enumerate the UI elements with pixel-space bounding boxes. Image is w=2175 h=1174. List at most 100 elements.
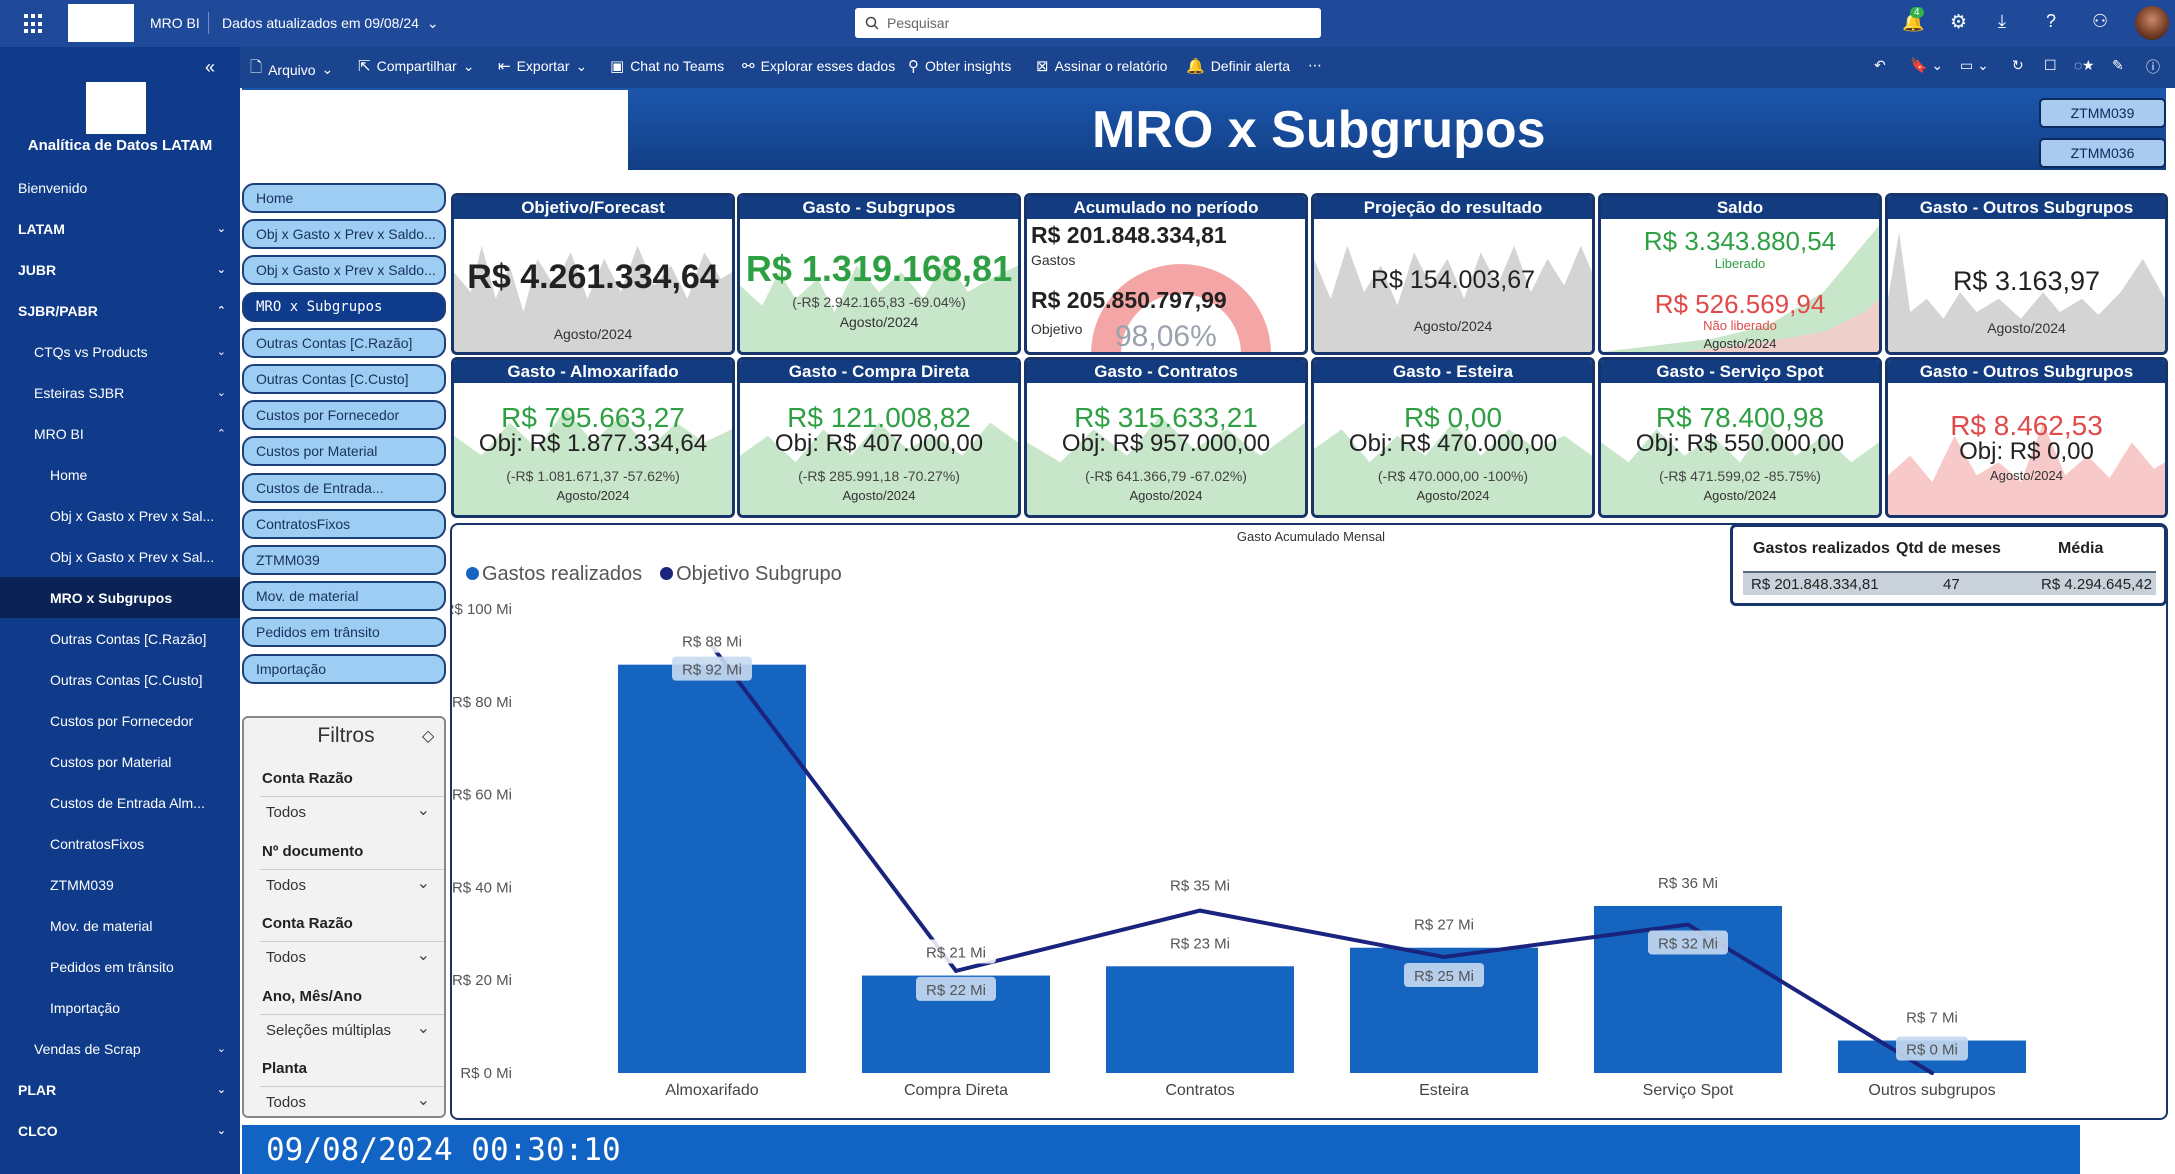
nav-item-label: Pedidos em trânsito [50, 958, 174, 975]
nav-item[interactable]: Home [0, 454, 240, 495]
ztmm036-button[interactable]: ZTMM036 [2039, 138, 2166, 168]
nav-item[interactable]: CTQs vs Products ⌄ [0, 331, 240, 372]
filter-dropdown[interactable]: Todos ⌄ [252, 868, 444, 899]
objetivo-point[interactable] [1198, 908, 1202, 913]
notifications-icon[interactable]: 🔔 4 [1902, 7, 1924, 33]
nav-item[interactable]: Custos por Fornecedor [0, 700, 240, 741]
nav-item[interactable]: JUBR ⌄ [0, 249, 240, 290]
settings-icon[interactable]: ⚙ [1950, 11, 1967, 34]
info-icon[interactable]: ⓘ [2146, 57, 2160, 77]
nav-item[interactable]: LATAM ⌄ [0, 208, 240, 249]
kpi-period: Agosto/2024 [1703, 336, 1777, 351]
file-icon: 🗋 [250, 59, 263, 76]
nav-item[interactable]: Obj x Gasto x Prev x Sal... [0, 495, 240, 536]
page-button[interactable]: Custos de Entrada... [242, 472, 446, 503]
x-tick-label: Almoxarifado [665, 1082, 758, 1099]
comment-icon[interactable]: ☐ [2044, 57, 2057, 74]
ztmm039-button[interactable]: ZTMM039 [2039, 98, 2166, 128]
data-updated-label[interactable]: Dados atualizados em 09/08/24 ⌄ [222, 15, 439, 32]
summary-row: R$ 201.848.334,81 47 R$ 4.294.645,42 [1743, 571, 2156, 595]
page-button[interactable]: Outras Contas [C.Razão] [242, 327, 446, 358]
share-icon: ⇱ [358, 58, 371, 75]
page-button[interactable]: Outras Contas [C.Custo] [242, 364, 446, 394]
search-box[interactable]: Pesquisar [855, 8, 1321, 38]
view-icon[interactable]: ▭ ⌄ [1960, 57, 1989, 74]
filter-dropdown[interactable]: Todos ⌄ [252, 796, 444, 826]
page-button[interactable]: Custos por Fornecedor [242, 400, 446, 431]
nav-item[interactable]: Bienvenido [0, 167, 240, 208]
more-options-icon[interactable]: ⋯ [1308, 57, 1322, 74]
nav-item[interactable]: Outras Contas [C.Razão] [0, 618, 240, 659]
export-menu[interactable]: ⇤ Exportar ⌄ [498, 57, 587, 76]
nav-item[interactable]: MRO BI ⌃ [0, 413, 240, 454]
explore-data-button[interactable]: ⚯ Explorar esses dados [742, 57, 895, 75]
kpi-delta: (-R$ 1.081.671,37 -57.62%) [506, 468, 680, 484]
page-button[interactable]: ContratosFixos [242, 508, 446, 539]
objetivo-point[interactable] [1442, 955, 1446, 959]
nav-item[interactable]: Importação [0, 987, 240, 1028]
page-button[interactable]: Mov. de material [242, 581, 446, 612]
bar-contratos[interactable] [1106, 966, 1294, 1073]
kpi-title: Gasto - Subgrupos [740, 196, 1018, 219]
page-button[interactable]: ZTMM039 [242, 545, 446, 575]
filter-label: Conta Razão [262, 915, 353, 932]
nav-item[interactable]: MRO x Subgrupos [0, 577, 240, 618]
refresh-icon[interactable]: ↻ [2012, 57, 2024, 74]
nav-item[interactable]: Vendas de Scrap ⌄ [0, 1028, 240, 1069]
kpi-delta: (-R$ 470.000,00 -100%) [1377, 468, 1529, 484]
nav-item[interactable]: Mov. de material [0, 905, 240, 946]
kpi-value: R$ 4.261.334,64 [467, 258, 719, 296]
edit-icon[interactable]: ✎ [2112, 57, 2124, 74]
app-name[interactable]: MRO BI [150, 15, 200, 31]
help-icon[interactable]: ? [2046, 11, 2056, 32]
reset-icon[interactable]: ↶ [1874, 57, 1886, 74]
kpi-delta: (-R$ 641.366,79 -67.02%) [1085, 468, 1247, 484]
favorite-icon[interactable]: ★ [2082, 57, 2095, 74]
nav-item[interactable]: ZTMM039 [0, 864, 240, 905]
filter-label: Planta [262, 1060, 308, 1077]
objetivo-point[interactable] [1686, 922, 1690, 927]
page-button[interactable]: Custos por Material [242, 436, 446, 467]
nav-item[interactable]: SJBR/PABR ⌃ [0, 290, 240, 331]
page-button[interactable]: Home [242, 183, 446, 213]
app-launcher-icon[interactable] [24, 14, 44, 34]
objetivo-point[interactable] [1930, 1071, 1934, 1075]
subscribe-button[interactable]: ⊠ Assinar o relatório [1036, 57, 1167, 75]
nav-item[interactable]: Outras Contas [C.Custo] [0, 659, 240, 700]
download-icon[interactable]: ⤓ [1998, 11, 2006, 32]
bar-almoxarifado[interactable] [618, 664, 806, 1073]
user-avatar[interactable] [2135, 6, 2169, 40]
org-logo [86, 82, 146, 134]
nav-item-label: Custos de Entrada Alm... [50, 794, 205, 811]
page-button[interactable]: Obj x Gasto x Prev x Saldo... [242, 255, 446, 286]
set-alert-button[interactable]: 🔔 Definir alerta [1186, 57, 1290, 75]
share-menu[interactable]: ⇱ Compartilhar ⌄ [358, 57, 474, 76]
notification-count-badge: 4 [1910, 7, 1924, 18]
page-button[interactable]: Importação [242, 653, 446, 684]
objetivo-point[interactable] [954, 968, 958, 973]
page-button[interactable]: Obj x Gasto x Prev x Saldo... [242, 219, 446, 250]
filter-dropdown[interactable]: Todos ⌄ [252, 1086, 444, 1116]
eraser-icon[interactable]: ◇ [422, 726, 434, 746]
nav-item[interactable]: Custos de Entrada Alm... [0, 782, 240, 823]
page-button[interactable]: Pedidos em trânsito [242, 617, 446, 648]
bookmark-icon[interactable]: 🔖 ⌄ [1910, 57, 1943, 74]
nav-item[interactable]: CLCO ⌄ [0, 1110, 240, 1151]
chevron-down-icon: ⌄ [216, 346, 226, 358]
nav-item[interactable]: PLAR ⌄ [0, 1069, 240, 1110]
file-menu[interactable]: 🗋 Arquivo ⌄ [250, 57, 333, 82]
nav-item[interactable]: Esteiras SJBR ⌄ [0, 372, 240, 413]
share-network-icon[interactable]: ⚇ [2092, 11, 2108, 32]
page-button[interactable]: MRO x Subgrupos [242, 291, 446, 322]
nav-item[interactable]: Custos por Material [0, 741, 240, 782]
filter-dropdown[interactable]: Todos ⌄ [252, 941, 444, 971]
bar-data-label: R$ 88 Mi [682, 634, 742, 651]
cell-media: R$ 4.294.645,42 [2041, 576, 2152, 593]
nav-item[interactable]: ContratosFixos [0, 823, 240, 864]
teams-chat-button[interactable]: ▣ Chat no Teams [610, 57, 724, 75]
collapse-nav-icon[interactable]: « [205, 57, 215, 78]
nav-item[interactable]: Pedidos em trânsito [0, 946, 240, 987]
insights-button[interactable]: ⚲ Obter insights [908, 57, 1011, 75]
nav-item[interactable]: Obj x Gasto x Prev x Sal... [0, 536, 240, 577]
filter-dropdown[interactable]: Seleções múltiplas ⌄ [252, 1013, 444, 1044]
